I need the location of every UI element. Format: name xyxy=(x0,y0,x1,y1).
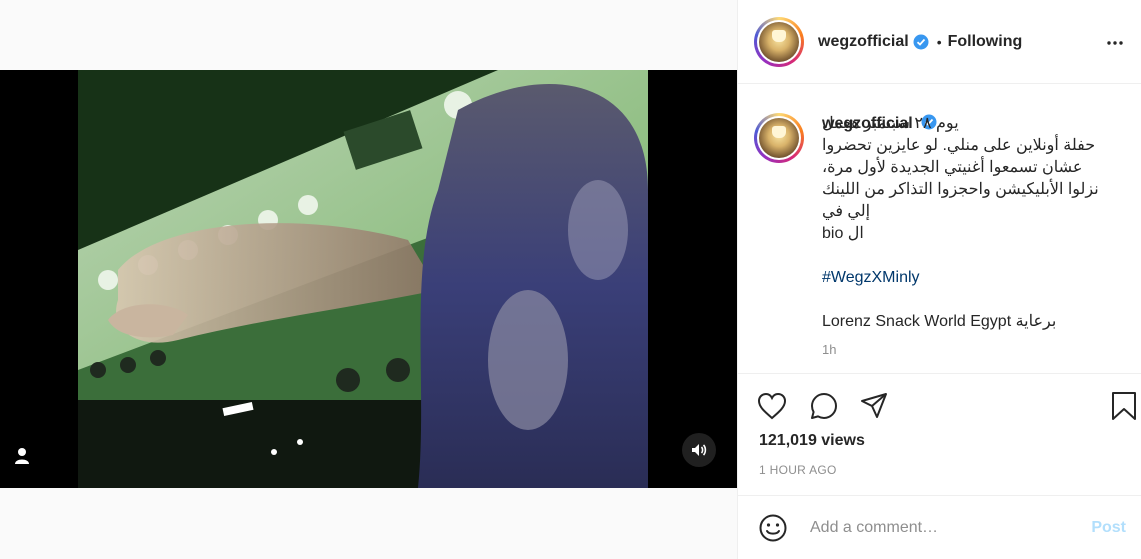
post-comment-button[interactable]: Post xyxy=(1091,519,1126,537)
user-icon[interactable] xyxy=(12,446,32,466)
separator-dot: • xyxy=(936,33,942,50)
view-count[interactable]: 121,019 views xyxy=(759,432,865,450)
add-comment-bar: Post xyxy=(738,495,1141,559)
mute-toggle-button[interactable] xyxy=(682,433,716,467)
smiley-icon[interactable] xyxy=(758,513,788,543)
paper-plane-icon[interactable] xyxy=(858,390,890,422)
post-age[interactable]: 1 HOUR AGO xyxy=(759,463,837,477)
caption-time: 1h xyxy=(822,342,837,357)
speaker-icon xyxy=(692,444,707,456)
heart-icon[interactable] xyxy=(756,390,788,422)
header-username[interactable]: wegzofficial xyxy=(818,33,909,51)
avatar[interactable] xyxy=(754,16,804,67)
hashtag-link[interactable]: #WegzXMinly xyxy=(822,267,1122,289)
caption-comment: wegzofficial يوم ٢٨ سبتمبر هعمل حفلة أون… xyxy=(754,113,1126,361)
post-actions: 121,019 views 1 HOUR AGO xyxy=(738,373,1141,477)
video-player[interactable] xyxy=(0,70,737,488)
caption-text: يوم ٢٨ سبتمبر هعمل حفلة أونلاين على منلي… xyxy=(822,115,1099,242)
post-header: wegzofficial • Following xyxy=(738,0,1141,84)
video-frame xyxy=(78,70,648,488)
caption-avatar[interactable] xyxy=(754,113,804,163)
verified-badge-icon xyxy=(913,34,929,49)
post-side-panel: wegzofficial • Following wegzofficial يو… xyxy=(737,0,1141,559)
comments-section[interactable]: wegzofficial يوم ٢٨ سبتمبر هعمل حفلة أون… xyxy=(738,85,1141,373)
following-button[interactable]: Following xyxy=(948,33,1023,51)
more-options-icon[interactable] xyxy=(1105,33,1125,53)
video-still xyxy=(78,70,648,488)
comment-bubble-icon[interactable] xyxy=(808,390,840,422)
sponsor-line: برعاية Lorenz Snack World Egypt xyxy=(822,313,1057,330)
comment-input[interactable] xyxy=(810,518,1084,537)
bookmark-icon[interactable] xyxy=(1108,390,1140,422)
caption-body: wegzofficial يوم ٢٨ سبتمبر هعمل حفلة أون… xyxy=(822,113,1122,361)
action-icon-row xyxy=(738,374,1141,434)
media-column xyxy=(0,0,737,559)
